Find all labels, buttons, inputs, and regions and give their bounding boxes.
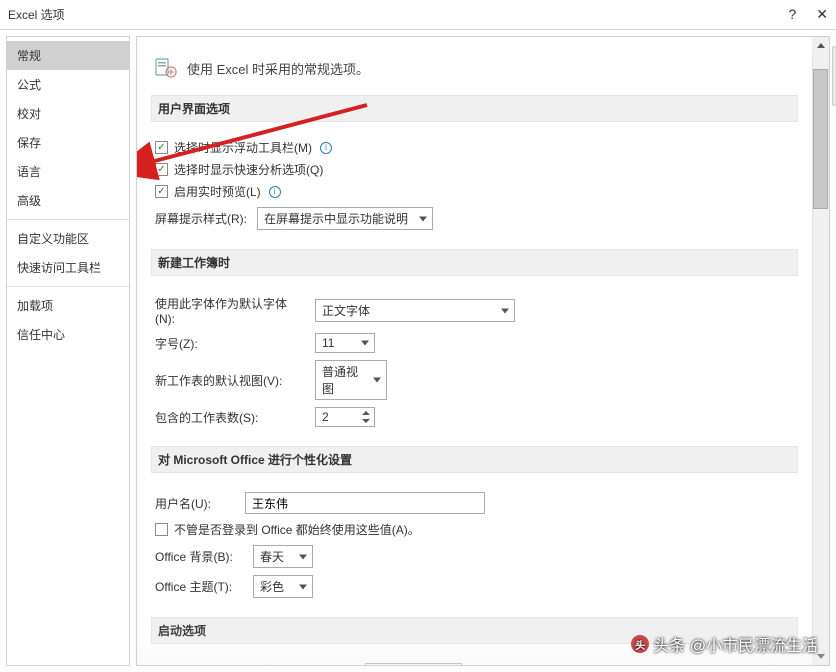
watermark-text: 头条 @小市民漂流生活 <box>653 632 818 656</box>
checkbox-quick-analysis-label: 选择时显示快速分析选项(Q) <box>174 161 323 178</box>
font-size-label: 字号(Z): <box>155 335 305 352</box>
font-size-dropdown[interactable]: 11 <box>315 333 375 353</box>
sheet-count-label: 包含的工作表数(S): <box>155 409 305 426</box>
checkbox-live-preview-label: 启用实时预览(L) <box>174 183 261 200</box>
titlebar: Excel 选项 ? ✕ <box>0 0 836 30</box>
screentip-dropdown[interactable]: 在屏幕提示中显示功能说明 <box>257 207 433 230</box>
content-pane: 使用 Excel 时采用的常规选项。 用户界面选项 ✓ 选择时显示浮动工具栏(M… <box>136 36 830 666</box>
default-programs-button[interactable]: 默认程序(D)... <box>365 663 462 666</box>
default-font-dropdown[interactable]: 正文字体 <box>315 299 515 322</box>
category-sidebar: 常规 公式 校对 保存 语言 高级 自定义功能区 快速访问工具栏 加载项 信任中… <box>6 36 130 666</box>
watermark: 头 头条 @小市民漂流生活 <box>631 632 818 656</box>
sidebar-item-save[interactable]: 保存 <box>7 128 129 157</box>
checkbox-live-preview[interactable]: ✓ <box>155 185 168 198</box>
checkbox-always-use-values-label: 不管是否登录到 Office 都始终使用这些值(A)。 <box>174 521 420 538</box>
office-background-dropdown[interactable]: 春天 <box>253 545 313 568</box>
checkbox-always-use-values[interactable] <box>155 523 168 536</box>
scrollbar-track[interactable] <box>812 37 829 665</box>
sidebar-separator <box>7 286 129 287</box>
sidebar-item-advanced[interactable]: 高级 <box>7 186 129 215</box>
sidebar-item-formulas[interactable]: 公式 <box>7 70 129 99</box>
sidebar-item-proofing[interactable]: 校对 <box>7 99 129 128</box>
sidebar-separator <box>7 219 129 220</box>
sidebar-item-quick-access[interactable]: 快速访问工具栏 <box>7 253 129 282</box>
scroll-up-button[interactable] <box>812 37 829 54</box>
titlebar-controls: ? ✕ <box>788 6 828 23</box>
office-background-label: Office 背景(B): <box>155 548 243 565</box>
checkbox-mini-toolbar[interactable]: ✓ <box>155 141 168 154</box>
options-window: Excel 选项 ? ✕ 常规 公式 校对 保存 语言 高级 自定义功能区 快速… <box>0 0 836 672</box>
checkbox-mini-toolbar-label: 选择时显示浮动工具栏(M) <box>174 139 312 156</box>
sidebar-item-trust-center[interactable]: 信任中心 <box>7 320 129 349</box>
sidebar-item-customize-ribbon[interactable]: 自定义功能区 <box>7 224 129 253</box>
username-label: 用户名(U): <box>155 495 235 512</box>
window-title: Excel 选项 <box>8 6 65 23</box>
screentip-label: 屏幕提示样式(R): <box>155 210 247 227</box>
office-theme-dropdown[interactable]: 彩色 <box>253 575 313 598</box>
default-view-dropdown[interactable]: 普通视图 <box>315 360 387 400</box>
checkbox-quick-analysis[interactable]: ✓ <box>155 163 168 176</box>
page-header: 使用 Excel 时采用的常规选项。 <box>153 55 798 81</box>
watermark-logo-icon: 头 <box>631 635 649 653</box>
sidebar-item-addins[interactable]: 加载项 <box>7 291 129 320</box>
section-ui-options: 用户界面选项 <box>151 95 798 122</box>
default-font-label: 使用此字体作为默认字体(N): <box>155 295 305 326</box>
info-icon[interactable]: i <box>320 142 332 154</box>
sidebar-item-language[interactable]: 语言 <box>7 157 129 186</box>
page-header-text: 使用 Excel 时采用的常规选项。 <box>187 59 369 78</box>
dialog-body: 常规 公式 校对 保存 语言 高级 自定义功能区 快速访问工具栏 加载项 信任中… <box>0 30 836 672</box>
section-new-workbook: 新建工作簿时 <box>151 249 798 276</box>
help-button[interactable]: ? <box>788 6 796 23</box>
sidebar-item-general[interactable]: 常规 <box>7 41 129 70</box>
office-theme-label: Office 主题(T): <box>155 578 243 595</box>
options-icon <box>153 55 179 81</box>
info-icon[interactable]: i <box>269 186 281 198</box>
sheet-count-spinner[interactable]: 2 <box>315 407 375 427</box>
section-personalize: 对 Microsoft Office 进行个性化设置 <box>151 446 798 473</box>
right-edge-tab <box>832 46 836 106</box>
scrollbar-thumb[interactable] <box>813 69 828 209</box>
username-input[interactable] <box>245 492 485 514</box>
default-view-label: 新工作表的默认视图(V): <box>155 372 305 389</box>
close-button[interactable]: ✕ <box>816 6 828 23</box>
